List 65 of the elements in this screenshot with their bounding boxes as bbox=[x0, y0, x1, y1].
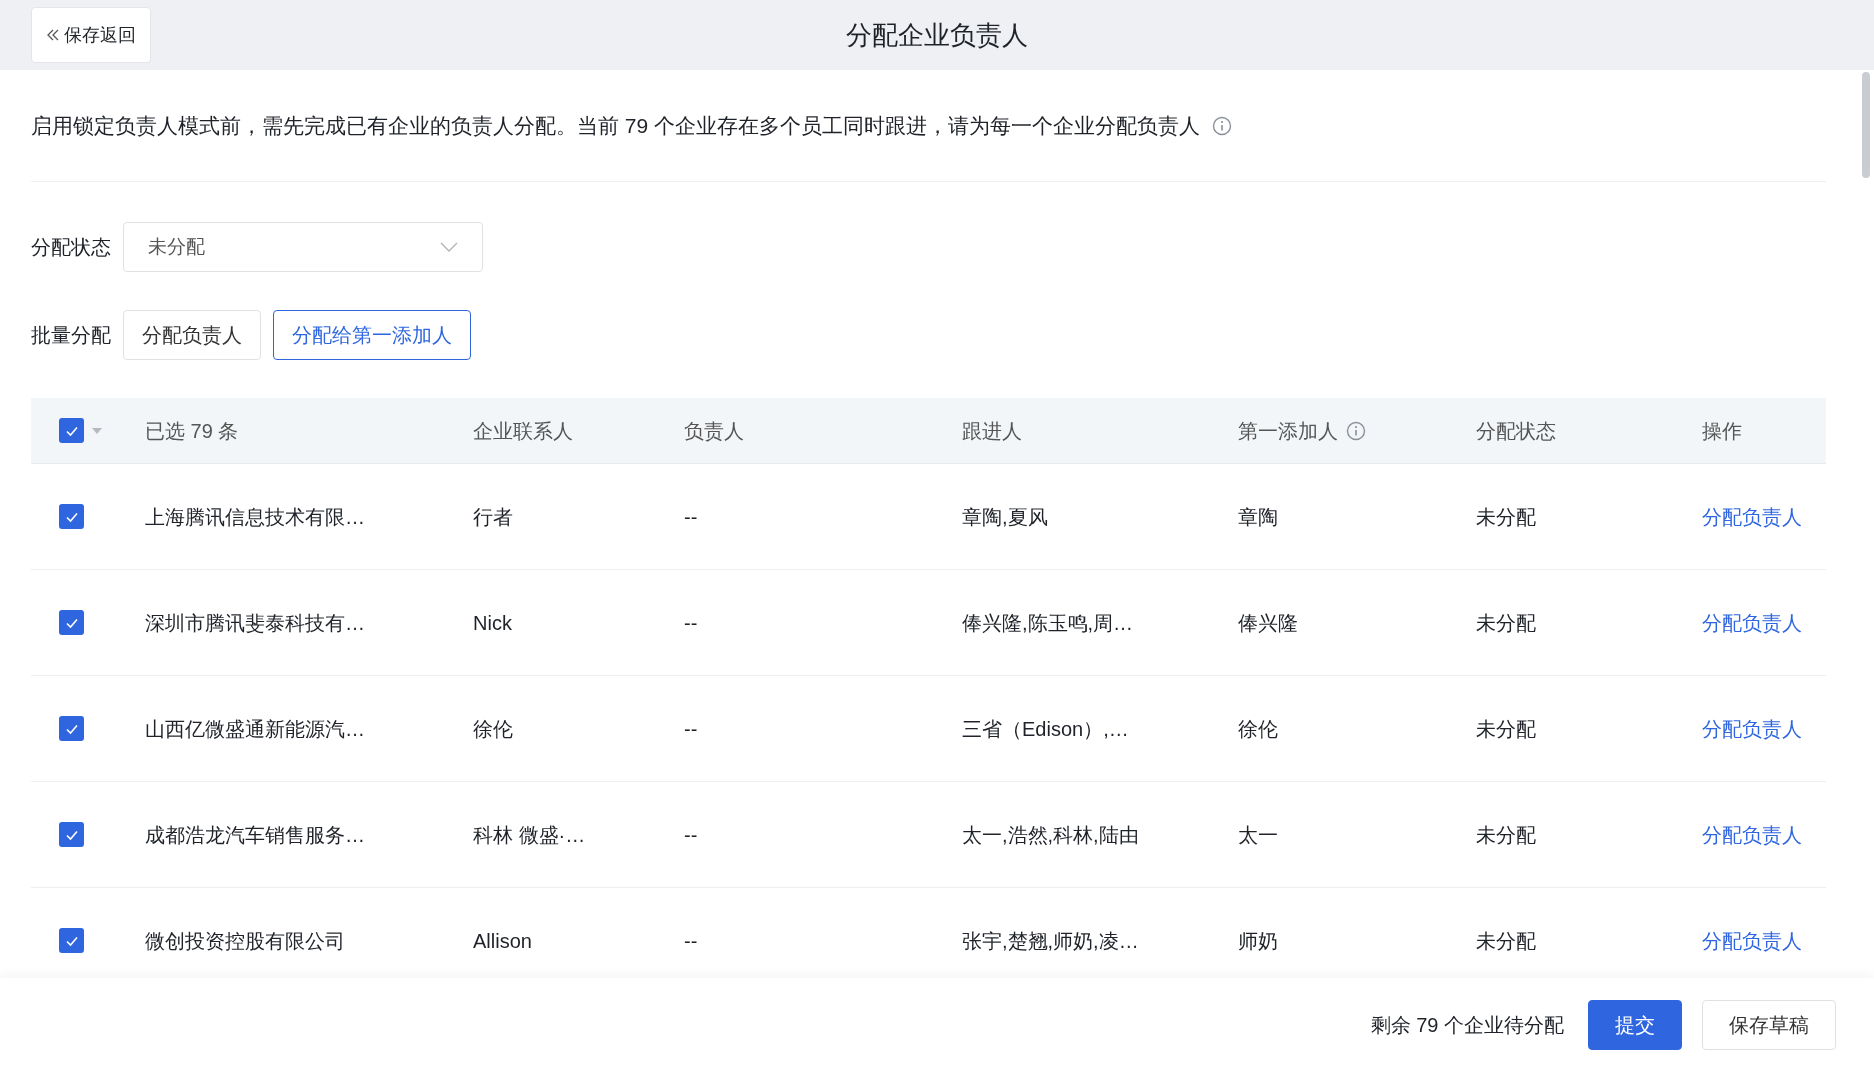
column-header: 负责人 bbox=[684, 418, 744, 444]
column-header: 分配状态 bbox=[1476, 418, 1556, 444]
double-chevron-left-icon bbox=[46, 28, 60, 42]
status-cell: 未分配 bbox=[1476, 929, 1536, 952]
checkbox[interactable] bbox=[59, 928, 84, 953]
first-adder-cell: 俸兴隆 bbox=[1238, 611, 1298, 634]
company-name: 深圳市腾讯斐泰科技有… bbox=[145, 611, 365, 634]
checkbox[interactable] bbox=[59, 504, 84, 529]
checkbox[interactable] bbox=[59, 822, 84, 847]
caret-down-icon bbox=[92, 427, 102, 434]
checkbox[interactable] bbox=[59, 418, 84, 443]
followers-cell: 太一,浩然,科林,陆由 bbox=[962, 823, 1139, 846]
owner-cell: -- bbox=[684, 505, 698, 528]
first-adder-cell: 师奶 bbox=[1238, 929, 1278, 952]
company-name: 成都浩龙汽车销售服务… bbox=[145, 823, 365, 846]
first-adder-cell: 徐伦 bbox=[1238, 717, 1278, 740]
contact-cell: 徐伦 bbox=[473, 717, 513, 740]
status-select[interactable]: 未分配 bbox=[123, 222, 483, 272]
contact-cell: Nick bbox=[473, 611, 512, 634]
status-cell: 未分配 bbox=[1476, 611, 1536, 634]
followers-cell: 三省（Edison）,… bbox=[962, 717, 1129, 740]
chevron-down-icon bbox=[440, 242, 458, 252]
status-cell: 未分配 bbox=[1476, 823, 1536, 846]
status-cell: 未分配 bbox=[1476, 505, 1536, 528]
submit-button[interactable]: 提交 bbox=[1588, 1000, 1682, 1050]
info-icon bbox=[1212, 115, 1233, 136]
owner-cell: -- bbox=[684, 611, 698, 634]
checkbox[interactable] bbox=[59, 610, 84, 635]
first-adder-cell: 章陶 bbox=[1238, 505, 1278, 528]
remaining-count: 剩余 79 个企业待分配 bbox=[1370, 1013, 1564, 1038]
status-cell: 未分配 bbox=[1476, 717, 1536, 740]
followers-cell: 章陶,夏风 bbox=[962, 505, 1048, 528]
filter-label: 分配状态 bbox=[31, 235, 111, 260]
followers-cell: 张宇,楚翘,师奶,凌… bbox=[962, 929, 1139, 952]
assign-owner-link[interactable]: 分配负责人 bbox=[1702, 611, 1802, 634]
company-name: 山西亿微盛通新能源汽… bbox=[145, 717, 365, 740]
page-title: 分配企业负责人 bbox=[846, 18, 1028, 52]
save-draft-button[interactable]: 保存草稿 bbox=[1702, 1000, 1836, 1050]
info-icon bbox=[1346, 420, 1366, 441]
assign-button[interactable]: 分配给第一添加人 bbox=[273, 310, 471, 360]
column-header: 跟进人 bbox=[962, 418, 1022, 444]
contact-cell: 科林 微盛·… bbox=[473, 823, 586, 846]
assign-owner-link[interactable]: 分配负责人 bbox=[1702, 823, 1802, 846]
selected-count: 已选 79 条 bbox=[145, 419, 239, 442]
scrollbar[interactable] bbox=[1862, 72, 1870, 178]
first-adder-cell: 太一 bbox=[1238, 823, 1278, 846]
company-name: 上海腾讯信息技术有限… bbox=[145, 505, 365, 528]
assign-button[interactable]: 分配负责人 bbox=[123, 310, 261, 360]
assign-owner-link[interactable]: 分配负责人 bbox=[1702, 929, 1802, 952]
contact-cell: 行者 bbox=[473, 505, 513, 528]
contact-cell: Allison bbox=[473, 929, 532, 952]
notice-text: 启用锁定负责人模式前，需先完成已有企业的负责人分配。当前 79 个企业存在多个员工同时跟进，请为每一个企业分配负责人 bbox=[31, 112, 1201, 139]
assign-owner-link[interactable]: 分配负责人 bbox=[1702, 717, 1802, 740]
owner-cell: -- bbox=[684, 929, 698, 952]
column-header: 企业联系人 bbox=[473, 418, 573, 444]
followers-cell: 俸兴隆,陈玉鸣,周… bbox=[962, 611, 1134, 634]
column-header: 操作 bbox=[1702, 418, 1742, 444]
owner-cell: -- bbox=[684, 717, 698, 740]
back-button[interactable]: 保存返回 bbox=[31, 7, 151, 63]
checkbox[interactable] bbox=[59, 716, 84, 741]
owner-cell: -- bbox=[684, 823, 698, 846]
batch-label: 批量分配 bbox=[31, 323, 111, 348]
assign-owner-link[interactable]: 分配负责人 bbox=[1702, 505, 1802, 528]
company-name: 微创投资控股有限公司 bbox=[145, 929, 345, 952]
column-header: 第一添加人 bbox=[1238, 418, 1338, 444]
